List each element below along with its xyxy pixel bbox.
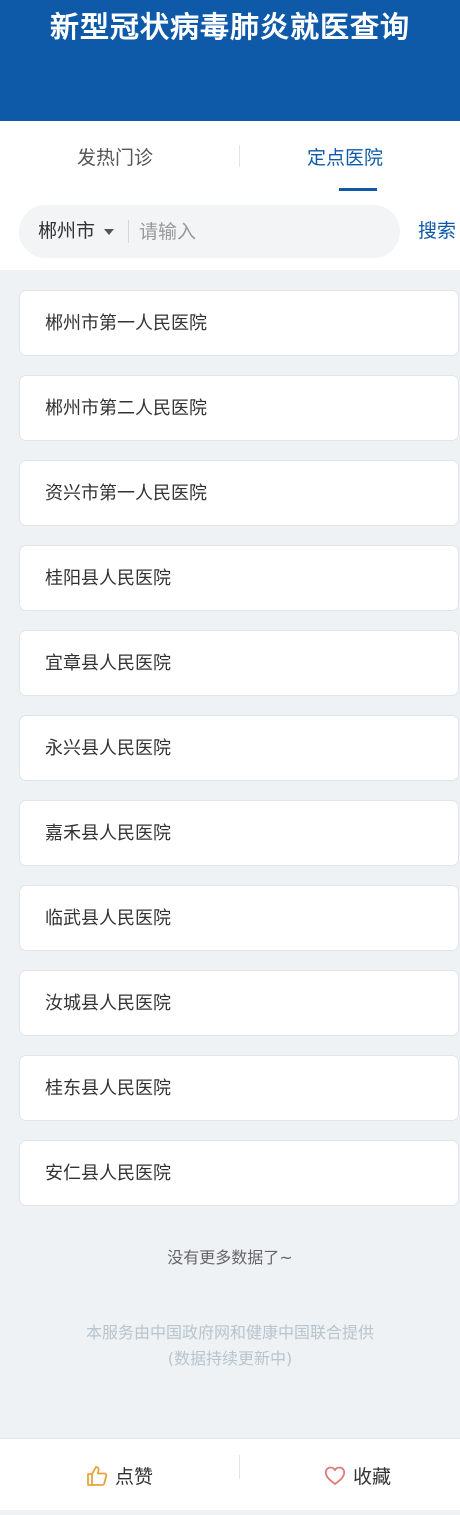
thumbs-up-icon	[87, 1466, 108, 1486]
active-tab-indicator	[339, 188, 377, 191]
hospital-item[interactable]: 宜章县人民医院	[19, 630, 459, 696]
page-title: 新型冠状病毒肺炎就医查询	[49, 10, 410, 44]
caret-down-icon[interactable]	[104, 229, 114, 235]
tab-designated-hospital[interactable]: 定点医院	[230, 121, 460, 191]
page-header: 新型冠状病毒肺炎就医查询	[0, 0, 460, 121]
bottom-action-bar: 点赞 收藏	[0, 1438, 460, 1510]
favorite-label: 收藏	[353, 1466, 392, 1488]
hospital-item[interactable]: 郴州市第二人民医院	[19, 375, 459, 441]
hospital-item[interactable]: 桂东县人民医院	[19, 1055, 459, 1121]
footnote-line-2: (数据持续更新中)	[167, 1349, 293, 1368]
list-end-text: 没有更多数据了~	[167, 1248, 293, 1267]
hospital-list: 郴州市第一人民医院 郴州市第二人民医院 资兴市第一人民医院 桂阳县人民医院 宜章…	[19, 290, 459, 1225]
footnote-line-1: 本服务由中国政府网和健康中国联合提供	[85, 1323, 374, 1342]
hospital-item[interactable]: 郴州市第一人民医院	[19, 290, 459, 356]
hospital-item[interactable]: 汝城县人民医院	[19, 970, 459, 1036]
like-button[interactable]: 点赞	[86, 1439, 176, 1510]
city-selector[interactable]: 郴州市	[38, 205, 95, 258]
search-box: 郴州市	[19, 205, 400, 258]
tab-fever-clinic[interactable]: 发热门诊	[0, 121, 230, 191]
hospital-item[interactable]: 桂阳县人民医院	[19, 545, 459, 611]
search-input[interactable]	[139, 205, 389, 258]
search-panel: 发热门诊 定点医院 郴州市 搜索	[0, 121, 460, 270]
favorite-button[interactable]: 收藏	[324, 1439, 424, 1510]
tab-bar: 发热门诊 定点医院	[0, 121, 460, 191]
like-label: 点赞	[115, 1466, 154, 1488]
search-divider	[128, 220, 129, 243]
hospital-item[interactable]: 安仁县人民医院	[19, 1140, 459, 1206]
hospital-item[interactable]: 永兴县人民医院	[19, 715, 459, 781]
service-footnote: 本服务由中国政府网和健康中国联合提供 (数据持续更新中)	[0, 1320, 460, 1372]
search-button[interactable]: 搜索	[418, 205, 456, 258]
city-label: 郴州市	[38, 220, 96, 242]
hospital-item[interactable]: 资兴市第一人民医院	[19, 460, 459, 526]
hospital-item[interactable]: 嘉禾县人民医院	[19, 800, 459, 866]
bottom-bar-divider	[239, 1455, 240, 1479]
hospital-item[interactable]: 临武县人民医院	[19, 885, 459, 951]
heart-icon	[324, 1466, 346, 1485]
